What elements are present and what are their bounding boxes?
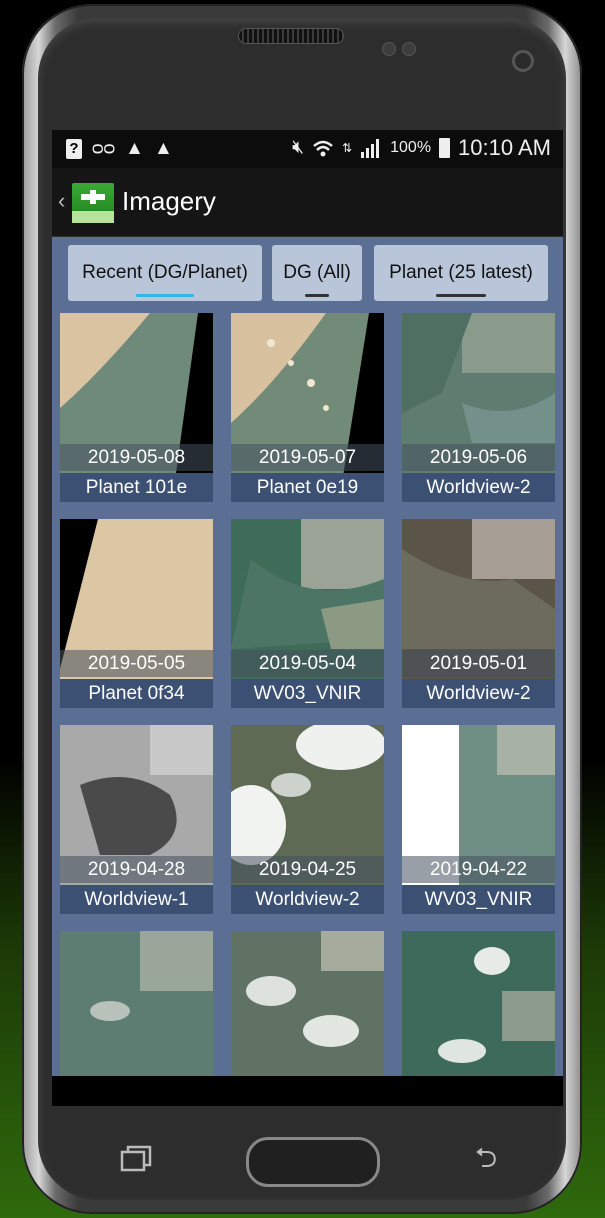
imagery-tile[interactable]: 2019-05-07 Planet 0e19 bbox=[231, 313, 384, 502]
tab-recent[interactable]: Recent (DG/Planet) bbox=[68, 245, 262, 301]
app-logo[interactable] bbox=[72, 183, 114, 223]
battery-percent: 100% bbox=[390, 139, 432, 156]
tab-planet[interactable]: Planet (25 latest) bbox=[374, 245, 548, 301]
imagery-tile[interactable]: 2019-05-05 Planet 0f34 bbox=[60, 519, 213, 708]
status-bar: ? ᴑᴑ ▲ ▲ 🔇︎ ⇅ 100% 10:10 AM bbox=[52, 130, 563, 168]
signal-icon bbox=[361, 139, 380, 158]
tab-dg-all-label: DG (All) bbox=[283, 262, 351, 283]
tile-sensor: Worldview-2 bbox=[402, 473, 555, 502]
imagery-grid: 2019-05-08 Planet 101e 2019-05-07 Planet… bbox=[52, 313, 563, 1106]
proximity-sensor bbox=[382, 42, 396, 56]
tab-bar: Recent (DG/Planet) DG (All) Planet (25 l… bbox=[52, 245, 563, 303]
tile-sensor: WV03_VNIR bbox=[231, 679, 384, 708]
wifi-icon bbox=[313, 140, 333, 157]
tab-dg-all[interactable]: DG (All) bbox=[272, 245, 362, 301]
recent-apps-icon[interactable] bbox=[118, 1143, 154, 1173]
tile-date: 2019-05-01 bbox=[402, 650, 555, 677]
tile-sensor: Worldview-1 bbox=[60, 885, 213, 914]
screen: ? ᴑᴑ ▲ ▲ 🔇︎ ⇅ 100% 10:10 AM ‹ Imagery Re… bbox=[52, 130, 563, 1106]
warning-icon: ▲ bbox=[153, 138, 173, 159]
tile-sensor: Worldview-2 bbox=[402, 679, 555, 708]
imagery-tile[interactable]: 2019-05-04 WV03_VNIR bbox=[231, 519, 384, 708]
tile-date: 2019-05-07 bbox=[231, 444, 384, 471]
tile-sensor: WV03_VNIR bbox=[402, 885, 555, 914]
tile-date: 2019-04-25 bbox=[231, 856, 384, 883]
back-icon[interactable]: ⮌ bbox=[466, 1143, 506, 1173]
status-clock: 10:10 AM bbox=[458, 135, 551, 160]
tile-date: 2019-05-08 bbox=[60, 444, 213, 471]
warning-icon: ▲ bbox=[125, 138, 144, 159]
imagery-tile[interactable]: 2019-04-25 Worldview-2 bbox=[231, 725, 384, 914]
bottom-strip bbox=[52, 1076, 563, 1106]
tile-date: 2019-05-04 bbox=[231, 650, 384, 677]
tile-date: 2019-05-05 bbox=[60, 650, 213, 677]
tile-sensor: Planet 0f34 bbox=[60, 679, 213, 708]
page-title: Imagery bbox=[122, 186, 216, 216]
tab-recent-label: Recent (DG/Planet) bbox=[82, 262, 248, 283]
no-data-icon: ⇅ bbox=[342, 141, 353, 155]
earpiece-speaker bbox=[238, 28, 344, 44]
light-sensor bbox=[402, 42, 416, 56]
imagery-tile[interactable]: 2019-04-28 Worldview-1 bbox=[60, 725, 213, 914]
tile-sensor: Worldview-2 bbox=[231, 885, 384, 914]
front-camera bbox=[512, 50, 534, 72]
battery-icon bbox=[439, 138, 451, 158]
unknown-notification-icon: ? bbox=[66, 139, 82, 159]
tile-sensor: Planet 0e19 bbox=[231, 473, 384, 502]
tile-date: 2019-04-28 bbox=[60, 856, 213, 883]
voicemail-icon: ᴑᴑ bbox=[92, 138, 116, 159]
tile-date: 2019-04-22 bbox=[402, 856, 555, 883]
action-bar: ‹ Imagery bbox=[52, 168, 563, 237]
imagery-tile[interactable]: 2019-04-22 WV03_VNIR bbox=[402, 725, 555, 914]
imagery-tile[interactable]: 2019-05-01 Worldview-2 bbox=[402, 519, 555, 708]
tab-planet-label: Planet (25 latest) bbox=[389, 262, 533, 283]
imagery-tile[interactable]: 2019-05-08 Planet 101e bbox=[60, 313, 213, 502]
home-button[interactable] bbox=[246, 1137, 380, 1187]
imagery-content: Recent (DG/Planet) DG (All) Planet (25 l… bbox=[52, 237, 563, 1106]
imagery-tile[interactable]: 2019-05-06 Worldview-2 bbox=[402, 313, 555, 502]
up-navigation-icon[interactable]: ‹ bbox=[58, 188, 65, 214]
mute-icon: 🔇︎ bbox=[292, 137, 305, 158]
tile-date: 2019-05-06 bbox=[402, 444, 555, 471]
tile-sensor: Planet 101e bbox=[60, 473, 213, 502]
